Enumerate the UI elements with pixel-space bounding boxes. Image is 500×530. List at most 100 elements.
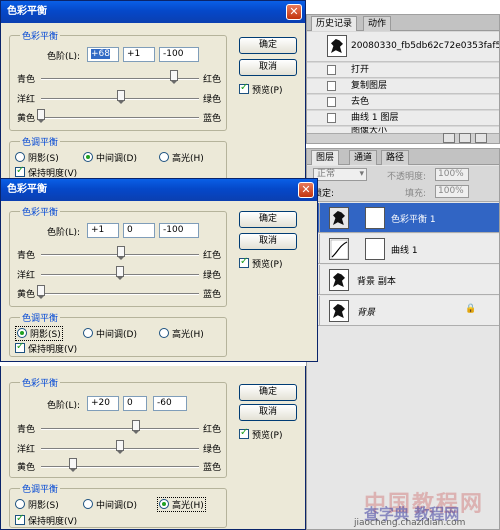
layer-name: 背景 副本 (357, 277, 396, 287)
slider-thumb[interactable] (116, 246, 125, 260)
level-input-magenta-green[interactable]: +1 (123, 47, 155, 62)
shadows-radio[interactable]: 阴影(S) (15, 151, 59, 164)
layer-name: 色彩平衡 1 (391, 215, 436, 225)
history-item-label: 复制图层 (351, 81, 388, 91)
dialog-title: 色彩平衡 (7, 184, 47, 195)
level-input-magenta-green[interactable]: 0 (123, 396, 147, 411)
new-snapshot-icon[interactable] (443, 133, 455, 143)
highlights-radio[interactable]: 高光(H) (157, 497, 206, 512)
slider-thumb[interactable] (131, 420, 140, 434)
tab-paths[interactable]: 路径 (381, 150, 410, 165)
levels-label: 色阶(L): (47, 52, 81, 62)
level-input-cyan-red[interactable]: +20 (87, 396, 119, 411)
midtones-radio[interactable]: 中间调(D) (83, 498, 137, 511)
shadows-radio[interactable]: 阴影(S) (15, 326, 63, 341)
watermark-url: jiaocheng.chazidian.com (354, 518, 466, 528)
midtones-radio[interactable]: 中间调(D) (83, 327, 137, 340)
level-input-cyan-red[interactable]: +1 (87, 223, 119, 238)
slider-right-label: 蓝色 (203, 463, 222, 473)
cancel-button[interactable]: 取消 (239, 59, 297, 76)
blend-mode-select[interactable]: 正常 ▾ (313, 168, 367, 181)
layers-panel: 图层 通道 路径 正常 ▾ 不透明度: 100% 锁定: 填充: 100% 👁 … (306, 148, 500, 530)
checkbox-box (239, 82, 249, 94)
midtones-radio[interactable]: 中间调(D) (83, 151, 137, 164)
history-item[interactable]: 去色 (307, 95, 499, 110)
slider-track[interactable] (41, 293, 199, 295)
slider-thumb[interactable] (116, 90, 125, 104)
slider-thumb[interactable] (116, 440, 124, 454)
slider-right-label: 红色 (203, 251, 222, 261)
slider-track[interactable] (41, 117, 199, 119)
checkbox-box (15, 513, 25, 525)
opacity-label: 不透明度: (387, 172, 427, 182)
ok-button[interactable]: 确定 (239, 37, 297, 54)
history-item[interactable]: 复制图层 (307, 79, 499, 94)
preserve-luminosity-checkbox[interactable]: 保持明度(V) (15, 513, 77, 527)
preserve-luminosity-checkbox[interactable]: 保持明度(V) (15, 341, 77, 355)
level-input-cyan-red[interactable]: +68 (87, 47, 119, 62)
layer-row[interactable]: 👁 色彩平衡 1 (307, 203, 499, 233)
fill-label: 填充: (405, 189, 427, 199)
radio-circle (83, 499, 93, 509)
slider-thumb[interactable] (68, 458, 77, 472)
fill-input[interactable]: 100% (435, 185, 469, 198)
layer-mask-thumbnail (365, 207, 385, 229)
history-item-icon (327, 81, 336, 91)
cancel-button[interactable]: 取消 (239, 233, 297, 250)
ok-button[interactable]: 确定 (239, 211, 297, 228)
tab-actions[interactable]: 动作 (363, 16, 392, 31)
slider-thumb[interactable] (37, 109, 45, 123)
shadows-radio[interactable]: 阴影(S) (15, 498, 59, 511)
opacity-input[interactable]: 100% (435, 168, 469, 181)
slider-thumb[interactable] (169, 70, 178, 84)
dialog-title: 色彩平衡 (7, 6, 47, 17)
preview-checkbox[interactable]: 预览(P) (239, 256, 282, 270)
color-balance-dialog-2: 色彩平衡 ✕ 色彩平衡 色阶(L): +1 0 -100 青色 红色 洋红 绿色… (0, 178, 318, 362)
layers-tabs: 图层 通道 路径 (307, 149, 499, 165)
slider-track[interactable] (41, 428, 199, 430)
radio-circle (159, 328, 169, 338)
slider-right-label: 绿色 (203, 445, 222, 455)
radio-circle (15, 152, 25, 162)
chevron-down-icon: ▾ (359, 169, 364, 179)
slider-thumb[interactable] (37, 285, 45, 299)
tab-history[interactable]: 历史记录 (311, 16, 358, 31)
history-item[interactable]: 打开 (307, 63, 499, 78)
layer-thumbnail (329, 269, 349, 291)
history-item-icon (327, 113, 336, 123)
cancel-button[interactable]: 取消 (239, 404, 297, 421)
preview-checkbox[interactable]: 预览(P) (239, 427, 282, 441)
layer-row[interactable]: 👁 背景 🔒 (307, 296, 499, 326)
checkbox-box (239, 256, 249, 268)
history-item[interactable]: 曲线 1 图层 (307, 111, 499, 126)
slider-right-label: 红色 (203, 425, 222, 435)
layer-row[interactable]: 👁 曲线 1 (307, 234, 499, 264)
group-title: 色调平衡 (20, 135, 61, 148)
level-input-magenta-green[interactable]: 0 (123, 223, 155, 238)
layers-options: 正常 ▾ 不透明度: 100% 锁定: 填充: 100% (307, 166, 499, 202)
close-icon[interactable]: ✕ (286, 4, 302, 20)
ok-button[interactable]: 确定 (239, 384, 297, 401)
slider-thumb[interactable] (116, 266, 124, 280)
tab-channels[interactable]: 通道 (349, 150, 378, 165)
trash-icon[interactable] (475, 133, 487, 143)
level-input-yellow-blue[interactable]: -60 (153, 396, 187, 411)
close-icon[interactable]: ✕ (298, 182, 314, 198)
preview-checkbox[interactable]: 预览(P) (239, 82, 282, 96)
level-input-yellow-blue[interactable]: -100 (159, 223, 199, 238)
checkbox-box (239, 427, 249, 439)
radio-circle (17, 328, 27, 338)
group-title: 色调平衡 (20, 482, 61, 495)
radio-circle (83, 152, 93, 162)
highlights-radio[interactable]: 高光(H) (159, 327, 204, 340)
slider-track[interactable] (41, 466, 199, 468)
history-snapshot[interactable]: 20080330_fb5db62c72e0353faf5... (307, 32, 499, 62)
highlights-radio[interactable]: 高光(H) (159, 151, 204, 164)
history-footer (307, 133, 499, 143)
color-balance-dialog-3: 色彩平衡 色阶(L): +20 0 -60 青色 红色 洋红 绿色 黄色 蓝色 … (0, 366, 306, 530)
level-input-yellow-blue[interactable]: -100 (159, 47, 199, 62)
tab-layers[interactable]: 图层 (311, 150, 340, 165)
layer-row[interactable]: 👁 背景 副本 (307, 265, 499, 295)
slider-left-label: 黄色 (17, 290, 36, 300)
camera-icon[interactable] (459, 133, 471, 143)
